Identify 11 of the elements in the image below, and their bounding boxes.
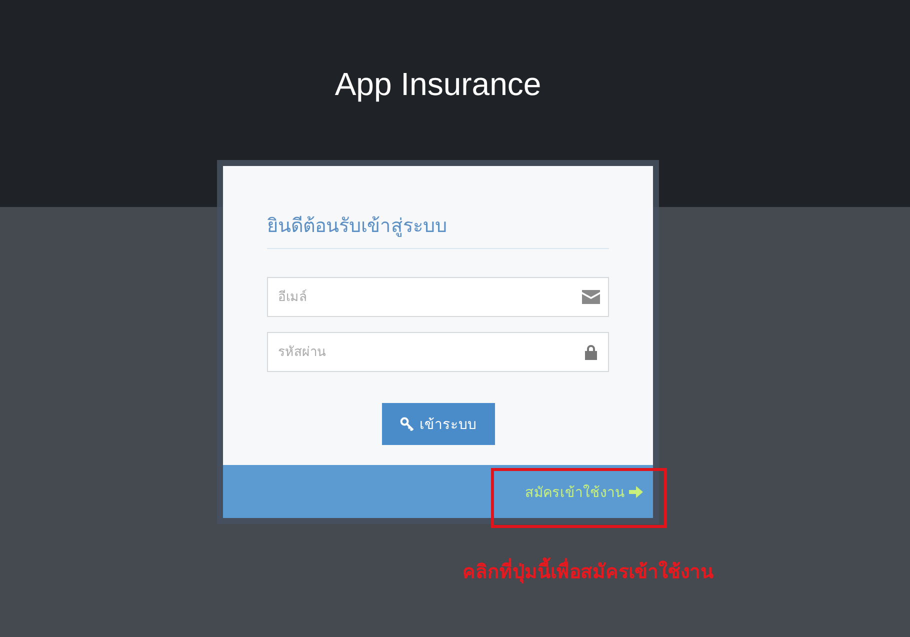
key-icon [400,417,414,431]
login-button[interactable]: เข้าระบบ [382,403,494,445]
welcome-heading: ยินดีต้อนรับเข้าสู่ระบบ [267,210,609,249]
padlock-icon [582,344,600,360]
register-link[interactable]: สมัครเข้าใช้งาน [525,480,643,502]
app-title: App Insurance [334,66,542,104]
envelope-icon [582,289,600,305]
arrow-right-icon [629,486,643,498]
annotation-text: คลิกที่ปุ่มนี้เพื่อสมัครเข้าใช้งาน [462,556,714,586]
email-field[interactable]: อีเมล์ [267,277,609,317]
password-field[interactable]: รหัสผ่าน [267,332,609,372]
